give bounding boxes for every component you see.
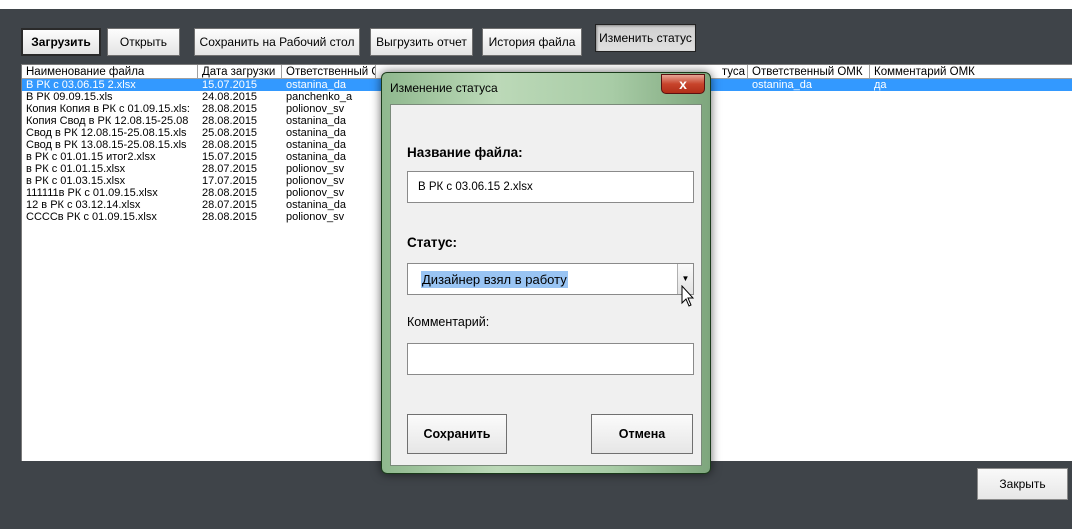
table-cell-name: в РК с 01.03.15.xlsx <box>26 175 126 187</box>
table-cell-name: Копия Свод в РК 12.08.15-25.08 <box>26 115 189 127</box>
table-cell-name: 111111в РК с 01.09.15.xlsx <box>26 187 158 199</box>
change-status-button[interactable]: Изменить статус <box>595 24 696 52</box>
status-label: Статус: <box>407 235 457 250</box>
open-button[interactable]: Открыть <box>107 28 180 56</box>
table-cell-resp: polionov_sv <box>286 211 345 223</box>
table-cell-resp-omk <box>748 211 870 223</box>
status-selected-value: Дизайнер взял в работу <box>421 271 568 288</box>
column-header-upload-date[interactable]: Дата загрузки <box>198 65 282 79</box>
table-cell-resp: ostanina_da <box>286 79 346 91</box>
table-cell-date: 17.07.2015 <box>202 175 258 187</box>
mouse-cursor-icon <box>681 285 695 307</box>
table-cell-name: в РК с 01.01.15 итог2.xlsx <box>26 151 156 163</box>
table-cell-date: 28.08.2015 <box>202 187 258 199</box>
table-cell-date: 28.08.2015 <box>202 211 258 223</box>
column-header-responsible[interactable]: Ответственный ОМК <box>282 65 376 79</box>
dialog-body: Название файла: В РК с 03.06.15 2.xlsx С… <box>390 104 702 466</box>
close-button[interactable]: Закрыть <box>977 468 1068 500</box>
column-header-file-name[interactable]: Наименование файла <box>22 65 198 79</box>
table-cell-resp-omk <box>748 127 870 139</box>
table-cell-date: 15.07.2015 <box>202 79 258 91</box>
table-cell-resp: ostanina_da <box>286 115 346 127</box>
table-cell-name: Свод в РК 12.08.15-25.08.15.xls <box>26 127 187 139</box>
upload-button[interactable]: Загрузить <box>21 28 101 56</box>
table-cell-resp: panchenko_a <box>286 91 353 103</box>
table-cell-date: 28.07.2015 <box>202 163 258 175</box>
table-cell-resp-omk <box>748 115 870 127</box>
status-dropdown[interactable]: Дизайнер взял в работу ▼ <box>407 263 694 295</box>
chevron-down-icon: ▼ <box>681 274 690 283</box>
close-icon: x <box>679 76 687 92</box>
file-name-label: Название файла: <box>407 145 523 160</box>
table-cell-resp: polionov_sv <box>286 187 345 199</box>
table-cell-name: Свод в РК 13.08.15-25.08.15.xls <box>26 139 187 151</box>
table-cell-resp-omk <box>748 199 870 211</box>
table-cell-comment <box>870 127 1072 139</box>
export-report-button[interactable]: Выгрузить отчет <box>370 28 473 56</box>
change-status-dialog: Изменение статуса x Название файла: В РК… <box>381 72 711 474</box>
table-cell-resp-omk <box>748 91 870 103</box>
table-cell-date: 24.08.2015 <box>202 91 258 103</box>
table-cell-comment <box>870 187 1072 199</box>
table-cell-comment: да <box>874 79 887 91</box>
table-cell-name: В РК 09.09.15.xls <box>26 91 113 103</box>
table-cell-date: 15.07.2015 <box>202 151 258 163</box>
table-cell-name: В РК с 03.06.15 2.xlsx <box>26 79 136 91</box>
table-cell-date: 28.08.2015 <box>202 103 258 115</box>
table-cell-resp: ostanina_da <box>286 139 346 151</box>
file-name-field[interactable]: В РК с 03.06.15 2.xlsx <box>407 171 694 203</box>
table-cell-resp: ostanina_da <box>286 199 346 211</box>
table-cell-comment <box>870 139 1072 151</box>
table-cell-date: 28.08.2015 <box>202 115 258 127</box>
table-cell-resp: polionov_sv <box>286 103 345 115</box>
table-cell-name: Копия Копия в РК с 01.09.15.xls: <box>26 103 190 115</box>
table-cell-resp-omk <box>748 103 870 115</box>
table-cell-date: 28.08.2015 <box>202 139 258 151</box>
table-cell-name: в РК с 01.01.15.xlsx <box>26 163 126 175</box>
save-button[interactable]: Сохранить <box>407 414 507 454</box>
comment-label: Комментарий: <box>407 315 490 329</box>
table-cell-comment <box>870 211 1072 223</box>
table-cell-resp-omk: ostanina_da <box>752 79 812 91</box>
column-header-responsible-omk[interactable]: Ответственный ОМК <box>748 65 870 79</box>
dialog-close-button[interactable]: x <box>661 74 705 94</box>
table-cell-resp: ostanina_da <box>286 151 346 163</box>
table-cell-comment <box>870 199 1072 211</box>
table-cell-resp-omk <box>748 187 870 199</box>
table-cell-resp: polionov_sv <box>286 175 345 187</box>
table-cell-resp-omk <box>748 175 870 187</box>
table-cell-comment <box>870 103 1072 115</box>
table-cell-comment <box>870 115 1072 127</box>
table-cell-comment <box>870 91 1072 103</box>
cancel-button[interactable]: Отмена <box>591 414 693 454</box>
table-cell-date: 28.07.2015 <box>202 199 258 211</box>
column-header-comment-omk[interactable]: Комментарий ОМК <box>870 65 1072 79</box>
table-cell-comment <box>870 151 1072 163</box>
file-history-button[interactable]: История файла <box>482 28 582 56</box>
table-cell-name: СССCв РК с 01.09.15.xlsx <box>26 211 157 223</box>
comment-field[interactable] <box>407 343 694 375</box>
table-cell-resp-omk <box>748 139 870 151</box>
table-cell-name: 12 в РК с 03.12.14.xlsx <box>26 199 141 211</box>
table-cell-comment <box>870 163 1072 175</box>
table-cell-comment <box>870 175 1072 187</box>
dialog-title: Изменение статуса <box>390 81 498 95</box>
table-cell-resp-omk <box>748 163 870 175</box>
table-cell-resp: ostanina_da <box>286 127 346 139</box>
table-cell-date: 25.08.2015 <box>202 127 258 139</box>
table-cell-resp-omk <box>748 151 870 163</box>
table-cell-resp: polionov_sv <box>286 163 345 175</box>
save-to-desktop-button[interactable]: Сохранить на Рабочий стол <box>194 28 360 56</box>
